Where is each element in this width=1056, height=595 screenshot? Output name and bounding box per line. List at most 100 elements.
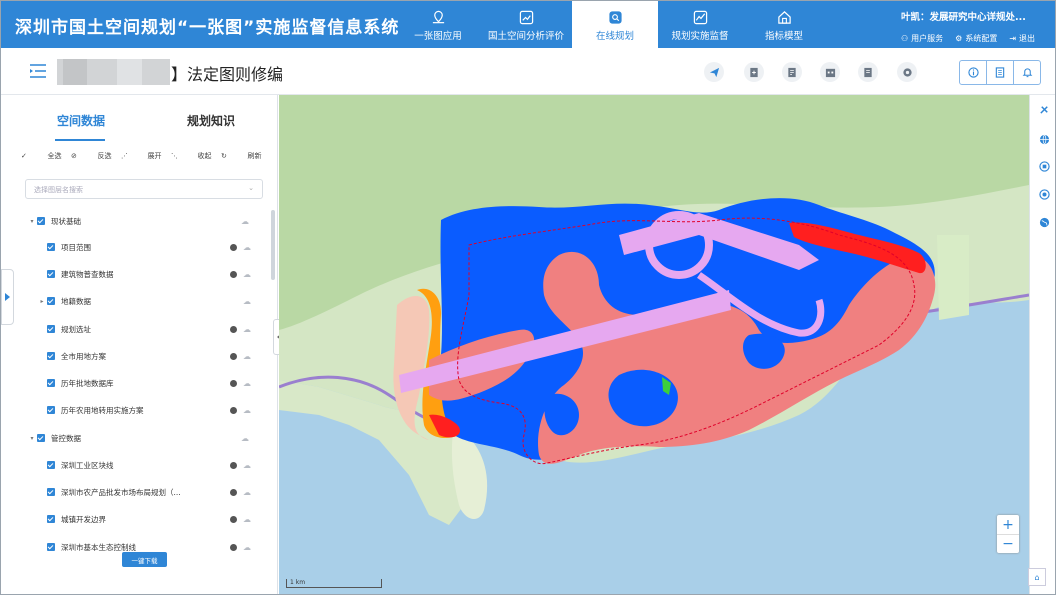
visibility-dot[interactable] [230,543,237,551]
expand-icon: ⋰ [121,152,128,160]
refresh-icon: ↻ [221,152,227,160]
tree-item[interactable]: 深圳市基本生态控制线 ☁ [47,539,273,553]
map-view[interactable] [279,95,1029,594]
checkbox[interactable] [47,270,55,278]
visibility-dot[interactable] [230,243,237,251]
tree-item[interactable]: 规划选址 ☁ [47,321,273,337]
tree-item[interactable]: 项目范围 ☁ [47,239,273,255]
nav-spatial-analysis[interactable]: 国土空间分析评价 [480,1,572,48]
note-button[interactable] [858,62,878,82]
document-edit-button[interactable] [782,62,802,82]
nav-one-map[interactable]: 一张图应用 [396,1,480,48]
checkbox[interactable] [47,515,55,523]
logout-link[interactable]: ⇥ 退出 [1009,33,1035,44]
user-icon: ⚇ [901,34,909,43]
tree-item[interactable]: 深圳工业区块线 ☁ [47,457,273,473]
checkbox[interactable] [47,543,55,551]
checkbox[interactable] [47,488,55,496]
checkbox[interactable] [47,352,55,360]
send-button[interactable] [704,62,724,82]
tree-item[interactable]: 全市用地方案 ☁ [47,348,273,364]
scale-bar: 1 km [286,579,382,588]
collapse-icon: ⋱ [171,152,178,160]
user-name[interactable]: 叶凯：发展研究中心详规处... [901,9,1026,23]
checkbox[interactable] [37,217,45,225]
cloud-icon: ☁ [243,460,251,470]
left-expand-handle[interactable] [1,269,14,325]
caret-right-icon: ▸ [40,297,44,305]
tree-item[interactable]: 历年农用地转用实施方案 ☁ [47,402,273,418]
user-center-link[interactable]: ⚇ 用户服务 [901,33,943,44]
tab-spatial-data[interactable]: 空间数据 [57,112,105,129]
notification-button[interactable] [1014,61,1040,84]
checkbox[interactable] [47,461,55,469]
info-button[interactable] [960,61,986,84]
tab-planning-knowledge[interactable]: 规划知识 [187,112,235,129]
checkbox[interactable] [47,325,55,333]
calendar-icon [825,68,835,77]
nav-label: 规划实施监督 [671,31,729,42]
system-settings-link[interactable]: ⚙ 系统配置 [955,33,997,44]
visibility-dot[interactable] [230,325,237,333]
menu-toggle-icon[interactable] [29,64,47,78]
measure-button[interactable] [1034,156,1054,176]
visibility-dot[interactable] [230,406,237,414]
visibility-dot[interactable] [230,515,237,523]
checkbox[interactable] [47,406,55,414]
select-all-button[interactable]: ✓ 全选 [21,151,71,161]
tree-item[interactable]: 深圳市农产品批发市场布局规划（... ☁ [47,484,273,500]
refresh-button[interactable]: ↻ 刷新 [221,151,271,161]
trend-icon [693,10,707,25]
nav-online-planning[interactable]: 在线规划 [572,1,658,48]
tree-group-current-base[interactable]: ▾ 现状基础 ☁ [27,213,273,229]
map-canvas [279,95,1029,525]
page-toolbar: 】法定图则修编 [1,48,1055,95]
nav-indicator-model[interactable]: 指标模型 [742,1,826,48]
nav-label: 指标模型 [764,31,803,42]
visibility-dot[interactable] [230,488,237,496]
checkbox[interactable] [47,243,55,251]
gear-icon: ⚙ [955,34,963,43]
document-add-button[interactable] [744,62,764,82]
list-button[interactable] [986,61,1014,84]
tree-item[interactable]: ▸ 地籍数据 ☁ [37,293,273,309]
visibility-dot[interactable] [230,270,237,278]
bell-icon [1022,68,1032,78]
tree-item[interactable]: 建筑物普查数据 ☁ [47,266,273,282]
checkbox[interactable] [37,434,45,442]
tree-group-control[interactable]: ▾ 管控数据 ☁ [27,430,273,446]
calendar-button[interactable] [820,62,840,82]
redacted-title-prefix [57,59,170,85]
collapse-button[interactable]: ⋱ 收起 [171,151,221,161]
tree-scrollbar[interactable] [271,210,275,280]
download-all-button[interactable]: 一键下载 [122,552,167,567]
expand-button[interactable]: ⋰ 展开 [121,151,171,161]
collapse-label: 收起 [197,152,212,160]
zoom-out-button[interactable]: − [997,534,1019,553]
tree-label: 深圳市基本生态控制线 [61,542,136,552]
locate-button[interactable] [1034,184,1054,204]
tools-button[interactable] [1034,99,1054,119]
earth-button[interactable] [1034,212,1054,232]
nav-label: 国土空间分析评价 [487,31,564,42]
expand-label: 展开 [147,152,162,160]
list-icon [995,67,1005,78]
visibility-dot[interactable] [230,461,237,469]
top-header: 深圳市国土空间规划“一张图”实施监督信息系统 一张图应用 国土空间分析评价 在线… [1,1,1055,48]
settings-button[interactable] [897,62,917,82]
layer-search-input[interactable]: 选择图层名搜索 ⌄ [25,179,263,199]
invert-selection-button[interactable]: ⊘ 反选 [71,151,121,161]
zoom-in-button[interactable]: + [997,515,1019,534]
overview-map-button[interactable]: ⌂ [1028,568,1046,586]
visibility-dot[interactable] [230,352,237,360]
checkbox[interactable] [47,297,55,305]
tree-label: 历年批地数据库 [61,378,114,388]
layer-switch-button[interactable] [1034,129,1054,149]
tree-item[interactable]: 城镇开发边界 ☁ [47,511,273,527]
checkbox[interactable] [47,379,55,387]
tree-item[interactable]: 历年批地数据库 ☁ [47,375,273,391]
visibility-dot[interactable] [230,379,237,387]
tree-label: 全市用地方案 [61,351,106,361]
panel-toggle-group [959,60,1041,85]
nav-implementation-supervision[interactable]: 规划实施监督 [658,1,742,48]
